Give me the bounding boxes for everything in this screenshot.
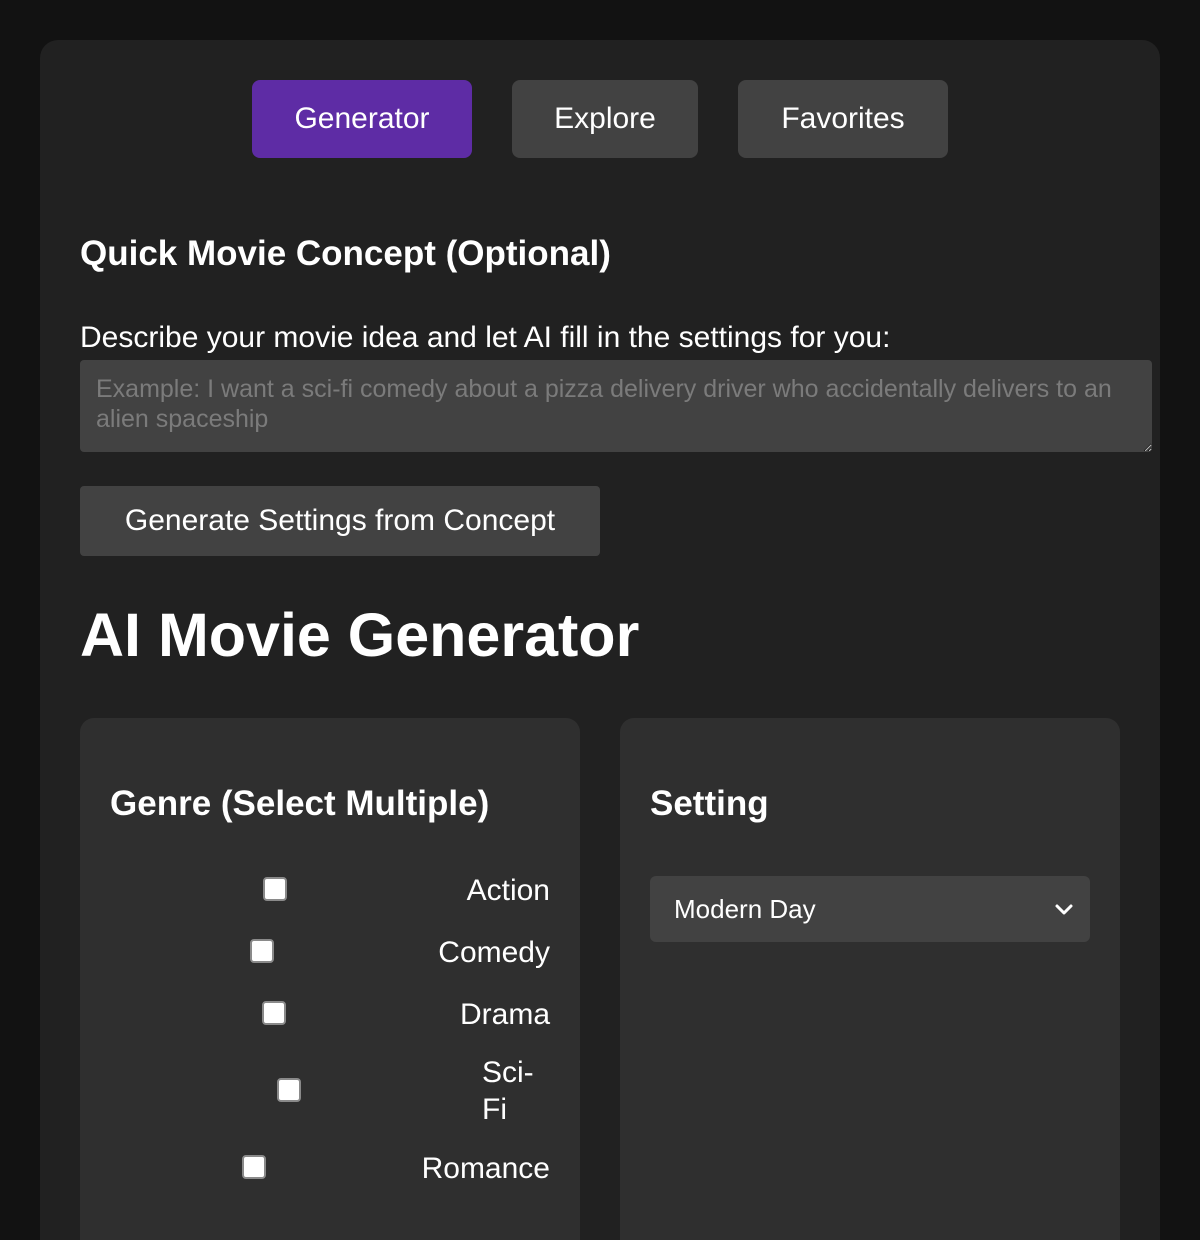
genre-label-romance: Romance	[421, 1152, 550, 1185]
genre-panel: Genre (Select Multiple) Action Comedy Dr…	[80, 718, 580, 1240]
concept-description: Describe your movie idea and let AI fill…	[80, 321, 891, 354]
tab-generator[interactable]: Generator	[252, 80, 472, 158]
genre-option-action: Action	[80, 872, 580, 912]
genre-checkbox-drama[interactable]	[262, 1001, 286, 1025]
genre-label-action: Action	[466, 874, 550, 907]
genre-option-drama: Drama	[80, 996, 580, 1036]
genre-panel-title: Genre (Select Multiple)	[110, 784, 490, 823]
setting-panel: Setting Modern Day	[620, 718, 1120, 1240]
genre-checkbox-scifi[interactable]	[277, 1078, 301, 1102]
setting-panel-title: Setting	[650, 784, 769, 823]
genre-label-scifi: Sci-Fi	[482, 1056, 534, 1126]
genre-option-scifi: Sci-Fi	[80, 1054, 580, 1130]
genre-option-romance: Romance	[80, 1150, 580, 1190]
tab-explore[interactable]: Explore	[512, 80, 698, 158]
concept-input[interactable]	[80, 360, 1152, 452]
generate-settings-button[interactable]: Generate Settings from Concept	[80, 486, 600, 556]
app-card: Generator Explore Favorites Quick Movie …	[40, 40, 1160, 1240]
setting-selected-value: Modern Day	[674, 893, 816, 924]
tab-favorites[interactable]: Favorites	[738, 80, 948, 158]
genre-checkbox-romance[interactable]	[242, 1155, 266, 1179]
setting-select[interactable]: Modern Day	[650, 876, 1090, 942]
tab-bar: Generator Explore Favorites	[40, 80, 1160, 158]
genre-checkbox-comedy[interactable]	[250, 939, 274, 963]
genre-checkbox-action[interactable]	[263, 877, 287, 901]
genre-label-drama: Drama	[459, 998, 550, 1031]
genre-option-comedy: Comedy	[80, 934, 580, 974]
genre-label-comedy: Comedy	[438, 936, 550, 969]
concept-section-title: Quick Movie Concept (Optional)	[80, 234, 611, 273]
chevron-down-icon	[1055, 904, 1073, 915]
page-title: AI Movie Generator	[80, 601, 640, 669]
